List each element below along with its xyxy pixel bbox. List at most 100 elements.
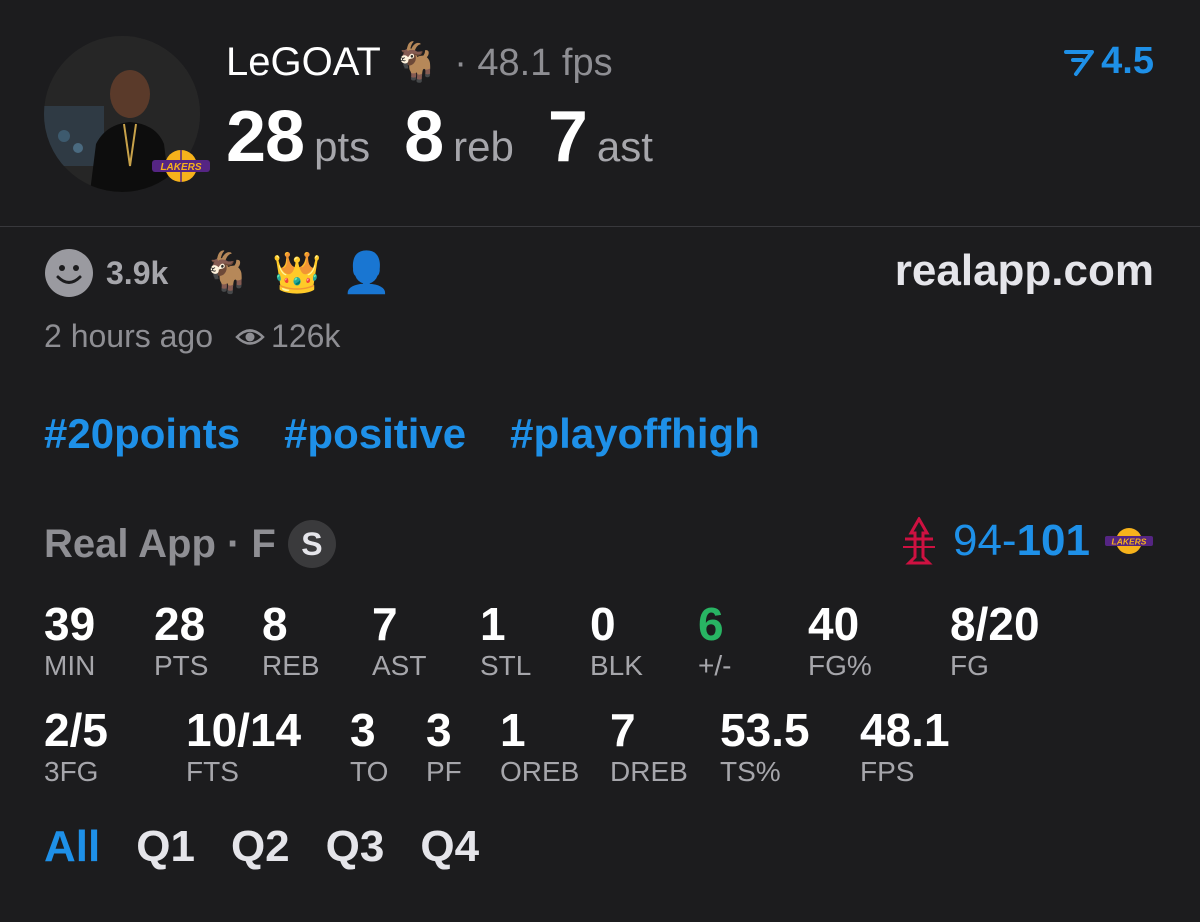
stat-value: 3 bbox=[426, 704, 452, 756]
stat-value: 1 bbox=[480, 598, 506, 650]
prediction-line-icon bbox=[1064, 49, 1095, 76]
stat-label: MIN bbox=[44, 650, 96, 681]
stat-value: 39 bbox=[44, 598, 96, 650]
stat-value: 7 bbox=[610, 704, 636, 756]
tab-q1[interactable]: Q1 bbox=[136, 822, 195, 872]
stat-ast: 7 AST bbox=[372, 598, 426, 682]
stat-pts: 28 PTS bbox=[154, 598, 208, 682]
time-ago: 2 hours ago bbox=[44, 318, 214, 354]
tab-q3[interactable]: Q3 bbox=[326, 822, 385, 872]
stat-value: 3 bbox=[350, 704, 376, 756]
stat-value: 6 bbox=[698, 598, 724, 650]
stat-label: BLK bbox=[590, 650, 643, 681]
stat-value: 40 bbox=[808, 598, 860, 650]
stat-fg-pct: 40 FG% bbox=[808, 598, 872, 682]
stat-label: FG% bbox=[808, 650, 872, 681]
stat-value: 28 bbox=[154, 598, 206, 650]
tab-all[interactable]: All bbox=[44, 822, 100, 872]
stat-value: 7 bbox=[372, 598, 398, 650]
reactions-bar[interactable]: 3.9k 🐐 👑 👤 bbox=[44, 248, 392, 298]
assists-unit: ast bbox=[596, 123, 653, 170]
stat-value: 8/20 bbox=[950, 598, 1040, 650]
hashtag[interactable]: #playoffhigh bbox=[510, 410, 760, 458]
smile-reaction-icon[interactable] bbox=[44, 248, 94, 298]
stat-oreb: 1 OREB bbox=[500, 704, 579, 788]
lakers-logo-icon: LAKERS bbox=[1105, 528, 1153, 554]
hashtag[interactable]: #20points bbox=[44, 410, 240, 458]
player-name-line: LeGOAT 🐐 · 48.1 fps bbox=[226, 38, 613, 87]
s-badge[interactable]: S bbox=[287, 520, 336, 568]
stat-label: FG bbox=[950, 650, 989, 681]
player-name[interactable]: LeGOAT bbox=[226, 40, 381, 84]
face-reaction-icon[interactable]: 👤 bbox=[342, 248, 392, 298]
stat-value: 1 bbox=[500, 704, 526, 756]
stat-reb: 8 REB bbox=[262, 598, 320, 682]
prediction-line[interactable]: 4.5 bbox=[1063, 40, 1154, 83]
stat-label: REB bbox=[262, 650, 320, 681]
stat-fts: 10/14 FTS bbox=[186, 704, 301, 788]
home-score: 101 bbox=[1016, 516, 1090, 565]
tab-q2[interactable]: Q2 bbox=[231, 822, 290, 872]
hashtag-list: #20points #positive #playoffhigh bbox=[44, 410, 760, 458]
post-meta: 2 hours ago 126k bbox=[44, 318, 340, 355]
stat-value: 0 bbox=[590, 598, 616, 650]
reaction-count: 3.9k bbox=[106, 254, 169, 291]
stat-value: 8 bbox=[262, 598, 288, 650]
view-count: 126k bbox=[235, 318, 340, 355]
svg-text:LAKERS: LAKERS bbox=[1112, 537, 1147, 547]
game-source-label: Real App · F bbox=[44, 521, 276, 566]
stat-label: OREB bbox=[500, 756, 580, 787]
stat-label: TS% bbox=[720, 756, 781, 787]
lakers-logo-icon: LAKERS bbox=[150, 146, 212, 186]
stat-dreb: 7 DREB bbox=[610, 704, 688, 788]
stat-label: 3FG bbox=[44, 756, 99, 787]
hashtag[interactable]: #positive bbox=[284, 410, 466, 458]
stat-label: FTS bbox=[186, 756, 239, 787]
assists-value: 7 bbox=[547, 97, 588, 177]
player-statline: 28 pts 8 reb 7 ast bbox=[226, 96, 687, 178]
game-source: Real App · F S bbox=[44, 520, 336, 568]
rebounds-unit: reb bbox=[453, 123, 514, 170]
stat-value: 48.1 bbox=[860, 704, 950, 756]
stat-blk: 0 BLK bbox=[590, 598, 643, 682]
stat-label: PF bbox=[426, 756, 462, 787]
stat-label: PTS bbox=[154, 650, 209, 681]
goat-reaction-icon[interactable]: 🐐 bbox=[202, 248, 252, 298]
rebounds-value: 8 bbox=[404, 97, 444, 177]
stat-value: 10/14 bbox=[186, 704, 302, 756]
stat-fg: 8/20 FG bbox=[950, 598, 1040, 682]
away-score: 94 bbox=[952, 516, 1002, 565]
tab-q4[interactable]: Q4 bbox=[420, 822, 479, 872]
stat-3fg: 2/5 3FG bbox=[44, 704, 108, 788]
score-separator: - bbox=[1001, 516, 1017, 565]
site-link[interactable]: realapp.com bbox=[895, 246, 1154, 296]
game-score[interactable]: 94-101 LAKERS bbox=[899, 516, 1154, 566]
goat-emoji-icon: 🐐 bbox=[392, 42, 441, 84]
stat-fps: 48.1 FPS bbox=[860, 704, 950, 788]
stat-value: 2/5 bbox=[44, 704, 108, 756]
stat-pf: 3 PF bbox=[426, 704, 462, 788]
stat-label: TO bbox=[350, 756, 389, 787]
stat-label: STL bbox=[480, 650, 532, 681]
points-unit: pts bbox=[314, 123, 371, 170]
stat-label: AST bbox=[372, 650, 427, 681]
stat-ts-pct: 53.5 TS% bbox=[720, 704, 810, 788]
points-value: 28 bbox=[226, 97, 305, 177]
view-count-value: 126k bbox=[271, 318, 341, 354]
eye-icon bbox=[235, 328, 265, 345]
stat-label: FPS bbox=[860, 756, 915, 787]
stat-label: +/- bbox=[698, 650, 732, 681]
stat-value: 53.5 bbox=[720, 704, 810, 756]
stat-min: 39 MIN bbox=[44, 598, 95, 682]
svg-text:LAKERS: LAKERS bbox=[160, 162, 201, 173]
period-tabs: All Q1 Q2 Q3 Q4 bbox=[44, 822, 479, 872]
stat-to: 3 TO bbox=[350, 704, 388, 788]
fps-label: · 48.1 fps bbox=[454, 42, 613, 84]
stat-plus-minus: 6 +/- bbox=[698, 598, 731, 682]
crown-reaction-icon[interactable]: 👑 bbox=[272, 248, 322, 298]
stat-stl: 1 STL bbox=[480, 598, 531, 682]
rockets-logo-icon bbox=[902, 517, 935, 565]
stat-label: DREB bbox=[610, 756, 688, 787]
prediction-line-value: 4.5 bbox=[1101, 40, 1154, 82]
header-divider bbox=[0, 226, 1200, 227]
